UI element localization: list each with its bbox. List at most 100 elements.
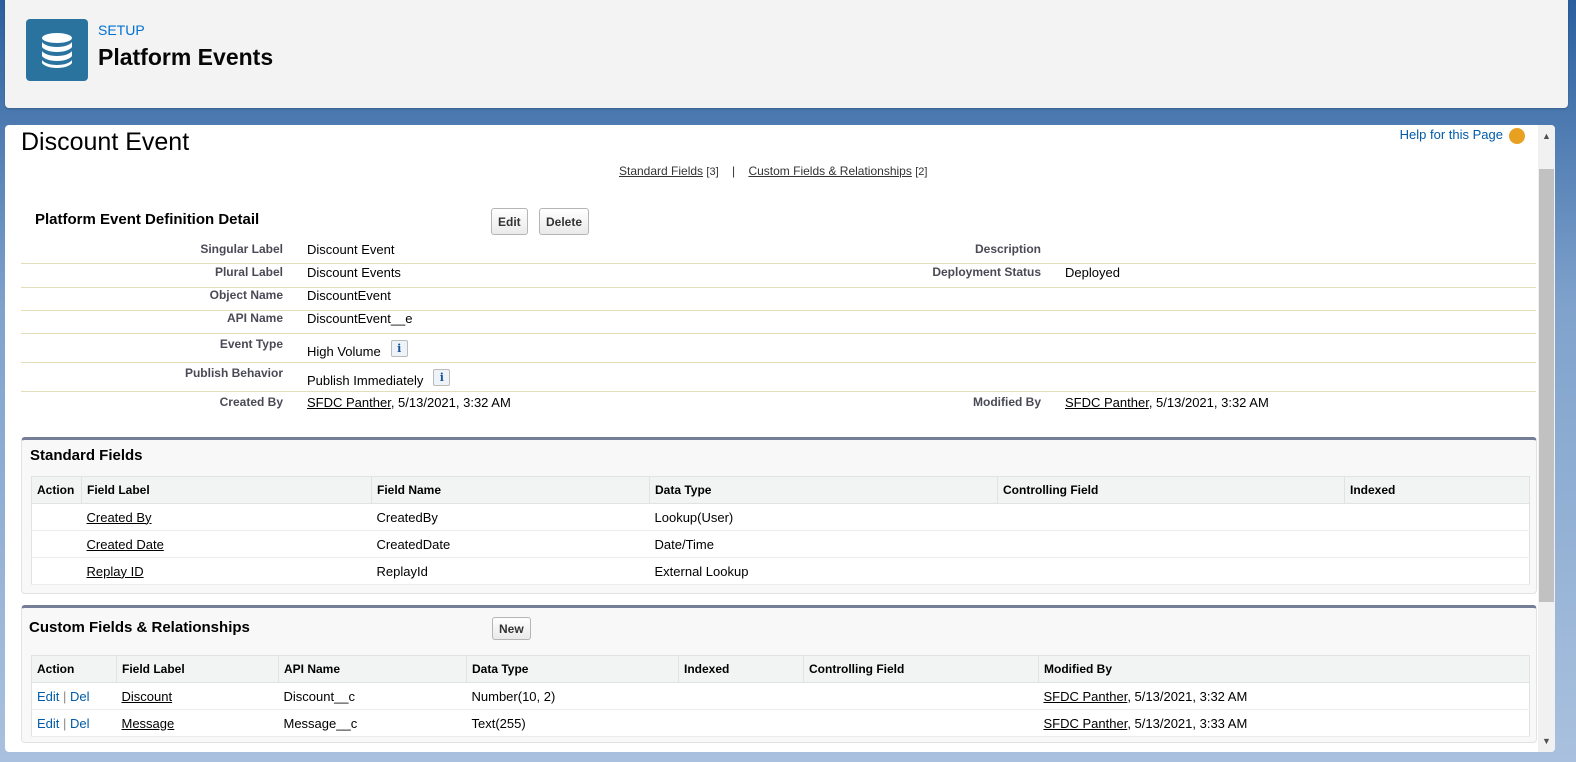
detail-row: Event Type High Volume i — [21, 334, 1536, 363]
table-row: Created Date CreatedDate Date/Time — [31, 530, 1530, 558]
standard-fields-section: Standard Fields Action Field Label Field… — [21, 437, 1537, 594]
modified-by-link[interactable]: SFDC Panther — [1044, 716, 1128, 731]
field-label: Singular Label — [200, 242, 283, 256]
field-label: Created By — [219, 395, 283, 409]
field-label-link[interactable]: Created By — [87, 510, 152, 525]
custom-fields-section: Custom Fields & Relationships New Action… — [21, 605, 1537, 743]
field-label: Publish Behavior — [184, 366, 283, 380]
data-type: Lookup(User) — [649, 503, 998, 531]
field-label: Deployment Status — [932, 265, 1041, 279]
record-title: Discount Event — [21, 128, 190, 156]
field-value: SFDC Panther, 5/13/2021, 3:32 AM — [307, 395, 511, 410]
standard-fields-count: [3] — [706, 166, 719, 178]
detail-row: Object Name DiscountEvent — [21, 288, 1536, 311]
breadcrumb[interactable]: SETUP — [98, 22, 145, 38]
separator: | — [731, 164, 736, 178]
field-label: Description — [974, 242, 1041, 256]
separator: | — [63, 688, 67, 704]
field-value: Publish Immediately i — [307, 369, 451, 388]
column-header[interactable]: Field Label — [116, 655, 279, 683]
detail-row: Publish Behavior Publish Immediately i — [21, 363, 1536, 392]
info-icon[interactable]: i — [390, 340, 408, 357]
scroll-down-icon[interactable]: ▼ — [1542, 736, 1551, 746]
api-name: Discount__c — [278, 682, 467, 710]
field-label: API Name — [226, 311, 283, 325]
custom-fields-count: [2] — [915, 166, 928, 178]
custom-fields-title: Custom Fields & Relationships — [29, 619, 250, 636]
separator: | — [63, 715, 67, 731]
help-link[interactable]: Help for this Page — [1400, 127, 1525, 144]
table-row: Edit | Del Message Message__c Text(255) … — [31, 709, 1530, 737]
modified-date: , 5/13/2021, 3:32 AM — [1127, 688, 1248, 704]
database-icon — [26, 19, 88, 81]
column-header[interactable]: Data Type — [466, 655, 679, 683]
edit-link[interactable]: Edit — [37, 716, 59, 731]
table-header: Action Field Label API Name Data Type In… — [31, 655, 1530, 683]
standard-fields-link[interactable]: Standard Fields — [619, 164, 703, 178]
field-value: Deployed — [1065, 265, 1120, 280]
column-header[interactable]: Controlling Field — [803, 655, 1039, 683]
edit-button[interactable]: Edit — [491, 208, 528, 235]
data-type: Number(10, 2) — [466, 682, 679, 710]
field-label-link[interactable]: Created Date — [87, 537, 164, 552]
info-icon[interactable]: i — [433, 369, 451, 386]
field-value: Discount Event — [307, 242, 395, 257]
table-row: Created By CreatedBy Lookup(User) — [31, 503, 1530, 531]
delete-link[interactable]: Del — [70, 689, 90, 704]
table-header: Action Field Label Field Name Data Type … — [31, 476, 1530, 504]
standard-fields-table: Action Field Label Field Name Data Type … — [31, 476, 1530, 585]
column-header: Action — [31, 476, 82, 504]
detail-row: Created By SFDC Panther, 5/13/2021, 3:32… — [21, 395, 1536, 417]
detail-row: API Name DiscountEvent__e — [21, 311, 1536, 334]
page-header: SETUP Platform Events — [5, 0, 1568, 108]
delete-button[interactable]: Delete — [539, 208, 590, 235]
help-link-label[interactable]: Help for this Page — [1400, 127, 1503, 142]
modified-by-user-link[interactable]: SFDC Panther — [1065, 395, 1149, 410]
field-label: Modified By — [973, 395, 1041, 409]
content-panel: Help for this Page Discount Event Standa… — [5, 125, 1555, 752]
created-by-user-link[interactable]: SFDC Panther — [307, 395, 391, 410]
column-header[interactable]: Field Name — [371, 476, 650, 504]
detail-row: Singular Label Discount Event Descriptio… — [21, 242, 1536, 264]
field-label: Event Type — [219, 337, 283, 351]
field-name: CreatedBy — [371, 503, 650, 531]
scrollbar[interactable]: ▲ ▼ — [1538, 125, 1555, 752]
delete-link[interactable]: Del — [70, 716, 90, 731]
data-type: Text(255) — [466, 709, 679, 737]
field-label: Object Name — [209, 288, 283, 302]
standard-fields-title: Standard Fields — [30, 447, 143, 464]
field-value: High Volume i — [307, 340, 408, 359]
field-label: Plural Label — [214, 265, 283, 279]
custom-fields-table: Action Field Label API Name Data Type In… — [31, 655, 1530, 737]
help-icon[interactable] — [1509, 127, 1525, 144]
related-links: Standard Fields [3] | Custom Fields & Re… — [619, 164, 927, 178]
custom-fields-link[interactable]: Custom Fields & Relationships — [748, 164, 911, 178]
column-header[interactable]: Controlling Field — [997, 476, 1345, 504]
column-header[interactable]: Indexed — [1344, 476, 1530, 504]
field-value: DiscountEvent — [307, 288, 391, 303]
modified-date: , 5/13/2021, 3:33 AM — [1127, 715, 1248, 731]
scrollbar-thumb[interactable] — [1539, 169, 1554, 602]
new-field-button[interactable]: New — [492, 617, 531, 640]
event-type-value: High Volume — [307, 344, 381, 359]
page-title: Platform Events — [98, 44, 274, 70]
field-value: SFDC Panther, 5/13/2021, 3:32 AM — [1065, 395, 1269, 410]
api-name: Message__c — [278, 709, 467, 737]
column-header[interactable]: Data Type — [649, 476, 998, 504]
column-header[interactable]: Field Label — [81, 476, 372, 504]
field-value: DiscountEvent__e — [307, 311, 413, 326]
field-label-link[interactable]: Replay ID — [87, 564, 144, 579]
column-header[interactable]: Indexed — [678, 655, 804, 683]
column-header[interactable]: Modified By — [1038, 655, 1530, 683]
field-label-link[interactable]: Message — [122, 716, 175, 731]
column-header[interactable]: API Name — [278, 655, 467, 683]
modified-date: , 5/13/2021, 3:32 AM — [1148, 395, 1269, 410]
created-date: , 5/13/2021, 3:32 AM — [390, 395, 511, 410]
scroll-up-icon[interactable]: ▲ — [1542, 131, 1551, 141]
field-name: CreatedDate — [371, 530, 650, 558]
modified-by-link[interactable]: SFDC Panther — [1044, 689, 1128, 704]
edit-link[interactable]: Edit — [37, 689, 59, 704]
field-label-link[interactable]: Discount — [122, 689, 173, 704]
detail-row: Plural Label Discount Events Deployment … — [21, 265, 1536, 288]
column-header: Action — [31, 655, 117, 683]
